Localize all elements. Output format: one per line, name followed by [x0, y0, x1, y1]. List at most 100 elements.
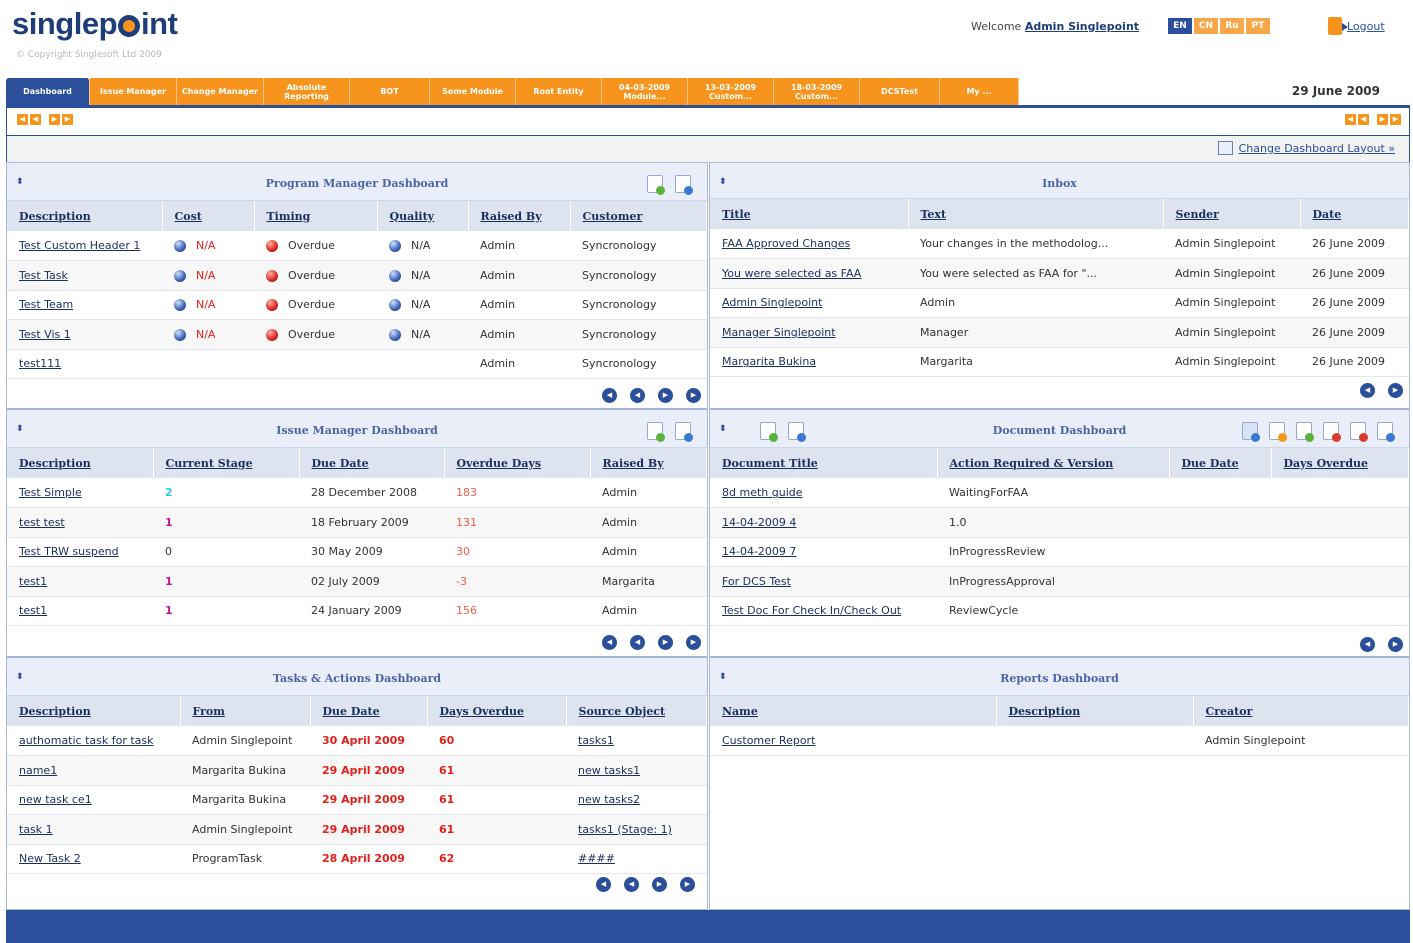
message-title-link[interactable]: Margarita Bukina: [710, 347, 908, 377]
table-row[interactable]: Manager Singlepoint Manager Admin Singlepo…: [710, 317, 1409, 348]
report-name-link[interactable]: Customer Report: [710, 726, 996, 756]
next-tab-icon[interactable]: ▶: [49, 114, 60, 125]
description-link[interactable]: test1: [7, 596, 153, 626]
tab-issue-manager[interactable]: Issue Manager: [90, 78, 177, 105]
table-row[interactable]: Test Vis 1 N/A Overdue N/A Admin Syncronology: [7, 319, 707, 350]
source-object-link[interactable]: new tasks1: [566, 755, 707, 786]
column-header-cost[interactable]: Cost: [162, 201, 255, 231]
table-row[interactable]: You were selected as FAA You were selecte…: [710, 258, 1409, 289]
table-row[interactable]: For DCS Test InProgressApproval: [710, 566, 1409, 597]
document-title-link[interactable]: 8d meth guide: [710, 478, 937, 508]
column-header-raised-by[interactable]: Raised By: [590, 448, 707, 478]
table-row[interactable]: new task ce1 Margarita Bukina 29 April 200…: [7, 785, 707, 815]
tab-root-entity[interactable]: Root Entity: [516, 78, 602, 105]
prev-tab-icon-right[interactable]: ◀: [1358, 114, 1369, 125]
tab-some-module[interactable]: Some Module: [430, 78, 516, 105]
tab-18-03-2009-custom[interactable]: 18-03-2009 Custom...: [774, 78, 860, 105]
table-row[interactable]: FAA Approved Changes Your changes in the …: [710, 229, 1409, 259]
column-header-raised-by[interactable]: Raised By: [468, 201, 571, 231]
prev-page-icon[interactable]: ◀: [630, 635, 645, 650]
table-row[interactable]: Margarita Bukina Margarita Admin Singlepoi…: [710, 347, 1409, 377]
prev-page-icon[interactable]: ◀: [1360, 637, 1375, 652]
column-header-title[interactable]: Title: [710, 199, 909, 229]
next-page-icon[interactable]: ▶: [658, 635, 673, 650]
message-title-link[interactable]: You were selected as FAA: [710, 258, 908, 289]
edit-document-icon[interactable]: [675, 175, 693, 195]
lang-cn-button[interactable]: CN: [1194, 18, 1218, 34]
tab-13-03-2009-custom[interactable]: 13-03-2009 Custom...: [688, 78, 774, 105]
task-description-link[interactable]: task 1: [7, 814, 180, 845]
column-header-quality[interactable]: Quality: [377, 201, 469, 231]
first-tab-icon[interactable]: ◀: [17, 114, 28, 125]
last-page-icon[interactable]: ▶: [680, 877, 695, 892]
edit-document-icon[interactable]: [675, 422, 693, 442]
table-row[interactable]: Test Team N/A Overdue N/A Admin Syncronology: [7, 290, 707, 320]
approved-document-icon[interactable]: [1377, 422, 1395, 442]
task-description-link[interactable]: name1: [7, 755, 180, 786]
lang-en-button[interactable]: EN: [1168, 18, 1192, 34]
table-row[interactable]: 8d meth guide WaitingForFAA: [710, 478, 1409, 508]
column-header-action-required-version[interactable]: Action Required & Version: [937, 448, 1170, 478]
column-header-current-stage[interactable]: Current Stage: [153, 448, 300, 478]
next-page-icon[interactable]: ▶: [658, 388, 673, 403]
table-row[interactable]: Test Doc For Check In/Check Out ReviewCyc…: [710, 596, 1409, 626]
column-header-description[interactable]: Description: [7, 696, 181, 726]
column-header-timing[interactable]: Timing: [254, 201, 378, 231]
column-header-description[interactable]: Description: [7, 448, 154, 478]
last-tab-icon-right[interactable]: ▶: [1390, 114, 1401, 125]
description-link[interactable]: Test Simple: [7, 478, 153, 508]
logout-link[interactable]: Logout: [1328, 17, 1385, 35]
table-row[interactable]: Test Custom Header 1 N/A Overdue N/A Admin Sy…: [7, 231, 707, 261]
task-description-link[interactable]: new task ce1: [7, 785, 180, 815]
table-row[interactable]: New Task 2 ProgramTask 28 April 2009 62 ####: [7, 844, 707, 874]
first-page-icon[interactable]: ◀: [602, 635, 617, 650]
table-row[interactable]: test111 Admin Syncronology: [7, 349, 707, 379]
column-header-customer[interactable]: Customer: [570, 201, 707, 231]
document-title-link[interactable]: Test Doc For Check In/Check Out: [710, 596, 937, 626]
next-page-icon[interactable]: ▶: [652, 877, 667, 892]
table-row[interactable]: Test Simple 2 28 December 2008 183 Admin: [7, 478, 707, 508]
message-title-link[interactable]: FAA Approved Changes: [710, 229, 908, 259]
tab-my[interactable]: My ...: [940, 78, 1019, 105]
table-row[interactable]: 14-04-2009 7 InProgressReview: [710, 537, 1409, 567]
column-header-date[interactable]: Date: [1300, 199, 1409, 229]
tab-dcstest[interactable]: DCSTest: [860, 78, 940, 105]
pending-document-icon[interactable]: [1269, 422, 1287, 442]
source-object-link[interactable]: tasks1: [566, 726, 707, 756]
description-link[interactable]: Test Custom Header 1: [7, 231, 162, 261]
table-row[interactable]: Test Task N/A Overdue N/A Admin Syncronology: [7, 260, 707, 291]
column-header-from[interactable]: From: [180, 696, 311, 726]
singlepoint-logo[interactable]: singlep int: [12, 6, 178, 42]
document-title-link[interactable]: 14-04-2009 7: [710, 537, 937, 567]
description-link[interactable]: Test Vis 1: [7, 319, 162, 350]
first-tab-icon-right[interactable]: ◀: [1345, 114, 1356, 125]
last-page-icon[interactable]: ▶: [686, 635, 701, 650]
description-link[interactable]: Test TRW suspend: [7, 537, 153, 567]
column-header-days-overdue[interactable]: Days Overdue: [427, 696, 567, 726]
column-header-due-date[interactable]: Due Date: [1169, 448, 1272, 478]
column-header-document-title[interactable]: Document Title: [710, 448, 938, 478]
table-row[interactable]: name1 Margarita Bukina 29 April 2009 61 new …: [7, 755, 707, 786]
source-object-link[interactable]: tasks1 (Stage: 1): [566, 814, 707, 845]
task-description-link[interactable]: New Task 2: [7, 844, 180, 874]
tab-change-manager[interactable]: Change Manager: [177, 78, 264, 105]
source-object-link[interactable]: ####: [566, 844, 707, 874]
column-header-sender[interactable]: Sender: [1163, 199, 1301, 229]
column-header-overdue-days[interactable]: Overdue Days: [444, 448, 591, 478]
column-header-source-object[interactable]: Source Object: [566, 696, 707, 726]
description-link[interactable]: Test Task: [7, 260, 162, 291]
next-page-icon[interactable]: ▶: [1388, 637, 1403, 652]
next-page-icon[interactable]: ▶: [1388, 383, 1403, 398]
message-title-link[interactable]: Admin Singlepoint: [710, 288, 908, 318]
overdue-document-icon[interactable]: [1350, 422, 1368, 442]
table-row[interactable]: test1 1 24 January 2009 156 Admin: [7, 596, 707, 626]
column-header-creator[interactable]: Creator: [1193, 696, 1409, 726]
add-document-icon[interactable]: [647, 175, 665, 195]
column-header-text[interactable]: Text: [908, 199, 1164, 229]
column-header-name[interactable]: Name: [710, 696, 997, 726]
source-object-link[interactable]: new tasks2: [566, 785, 707, 815]
description-link[interactable]: Test Team: [7, 290, 162, 320]
last-tab-icon[interactable]: ▶: [62, 114, 73, 125]
welcome-user-link[interactable]: Admin Singlepoint: [1025, 20, 1139, 33]
prev-page-icon[interactable]: ◀: [630, 388, 645, 403]
